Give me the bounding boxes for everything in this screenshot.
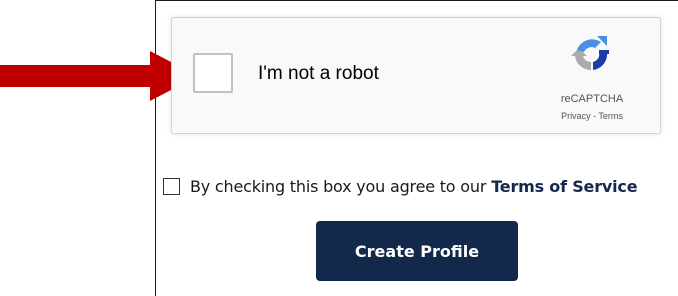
recaptcha-privacy-link[interactable]: Privacy	[561, 111, 591, 121]
recaptcha-logo-icon	[571, 36, 609, 71]
recaptcha-label: I'm not a robot	[258, 63, 379, 84]
signup-form-screenshot: I'm not a robot reCAPTCHA Privacy - Term…	[0, 0, 678, 296]
red-arrow-icon	[0, 51, 198, 101]
panel-top-border	[155, 0, 678, 1]
terms-agreement-row: By checking this box you agree to our Te…	[163, 174, 638, 198]
recaptcha-links: Privacy - Terms	[536, 111, 648, 121]
terms-checkbox[interactable]	[163, 177, 180, 195]
terms-text: By checking this box you agree to our	[190, 176, 487, 196]
recaptcha-widget: I'm not a robot reCAPTCHA Privacy - Term…	[171, 17, 661, 134]
terms-of-service-link[interactable]: Terms of Service	[491, 177, 637, 196]
recaptcha-checkbox[interactable]	[193, 53, 233, 93]
recaptcha-brand: reCAPTCHA	[560, 93, 624, 105]
recaptcha-terms-link[interactable]: Terms	[598, 111, 623, 121]
panel-left-border	[155, 0, 156, 296]
create-profile-button[interactable]: Create Profile	[316, 221, 518, 281]
